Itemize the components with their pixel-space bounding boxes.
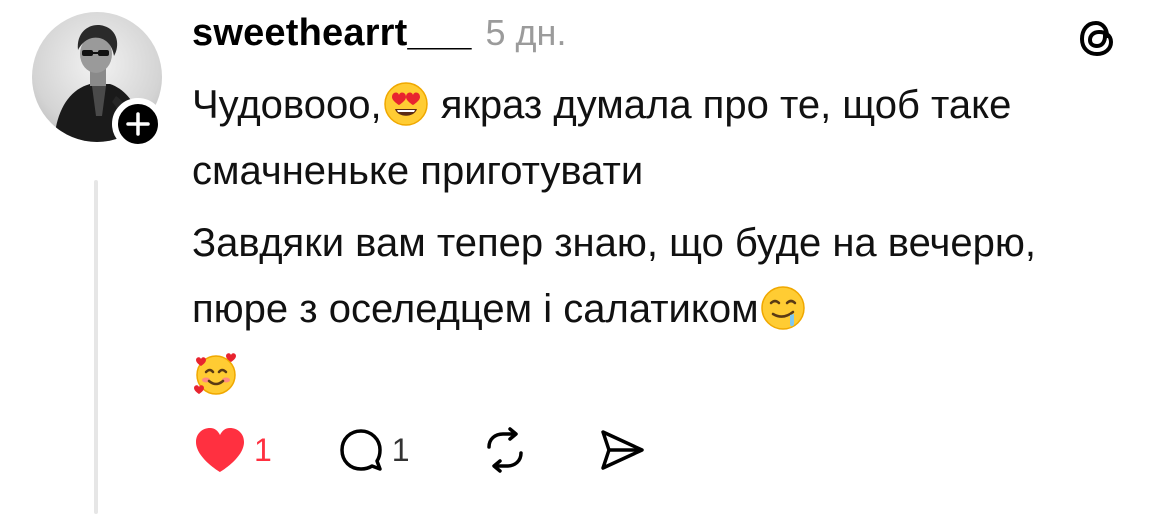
action-bar: 1 1 xyxy=(192,422,648,478)
plus-icon xyxy=(126,112,150,136)
post-text-part: Чудовооо, xyxy=(192,83,382,127)
heart-eyes-emoji-icon xyxy=(382,80,430,128)
like-count: 1 xyxy=(254,431,272,468)
speech-bubble-icon xyxy=(340,429,382,471)
post-text-part: Завдяки вам тепер знаю, що буде на вечер… xyxy=(192,221,1048,331)
smiling-face-with-hearts-emoji-icon xyxy=(192,350,240,398)
username[interactable]: sweethearrt___ xyxy=(192,12,472,55)
heart-icon xyxy=(196,428,244,472)
thread-line xyxy=(94,180,98,514)
send-icon xyxy=(600,430,644,470)
threads-icon[interactable] xyxy=(1074,14,1122,62)
repost-icon xyxy=(486,427,523,473)
follow-button[interactable] xyxy=(112,98,164,150)
reply-button[interactable]: 1 xyxy=(336,425,410,475)
post-header: sweethearrt___ 5 дн. xyxy=(192,12,566,64)
post-body: Чудовооо, якраз думала про те, щоб таке … xyxy=(192,72,1122,408)
post-paragraph-1: Чудовооо, якраз думала про те, щоб таке … xyxy=(192,72,1122,204)
like-button[interactable]: 1 xyxy=(192,425,272,475)
drooling-face-emoji-icon xyxy=(759,284,807,332)
share-button[interactable] xyxy=(596,425,648,475)
repost-button[interactable] xyxy=(480,425,530,475)
timestamp[interactable]: 5 дн. xyxy=(486,12,567,54)
comment-post: sweethearrt___ 5 дн. Чудовооо, якраз дум… xyxy=(0,0,1170,514)
reply-count: 1 xyxy=(391,431,410,468)
post-paragraph-2: Завдяки вам тепер знаю, що буде на вечер… xyxy=(192,210,1122,408)
